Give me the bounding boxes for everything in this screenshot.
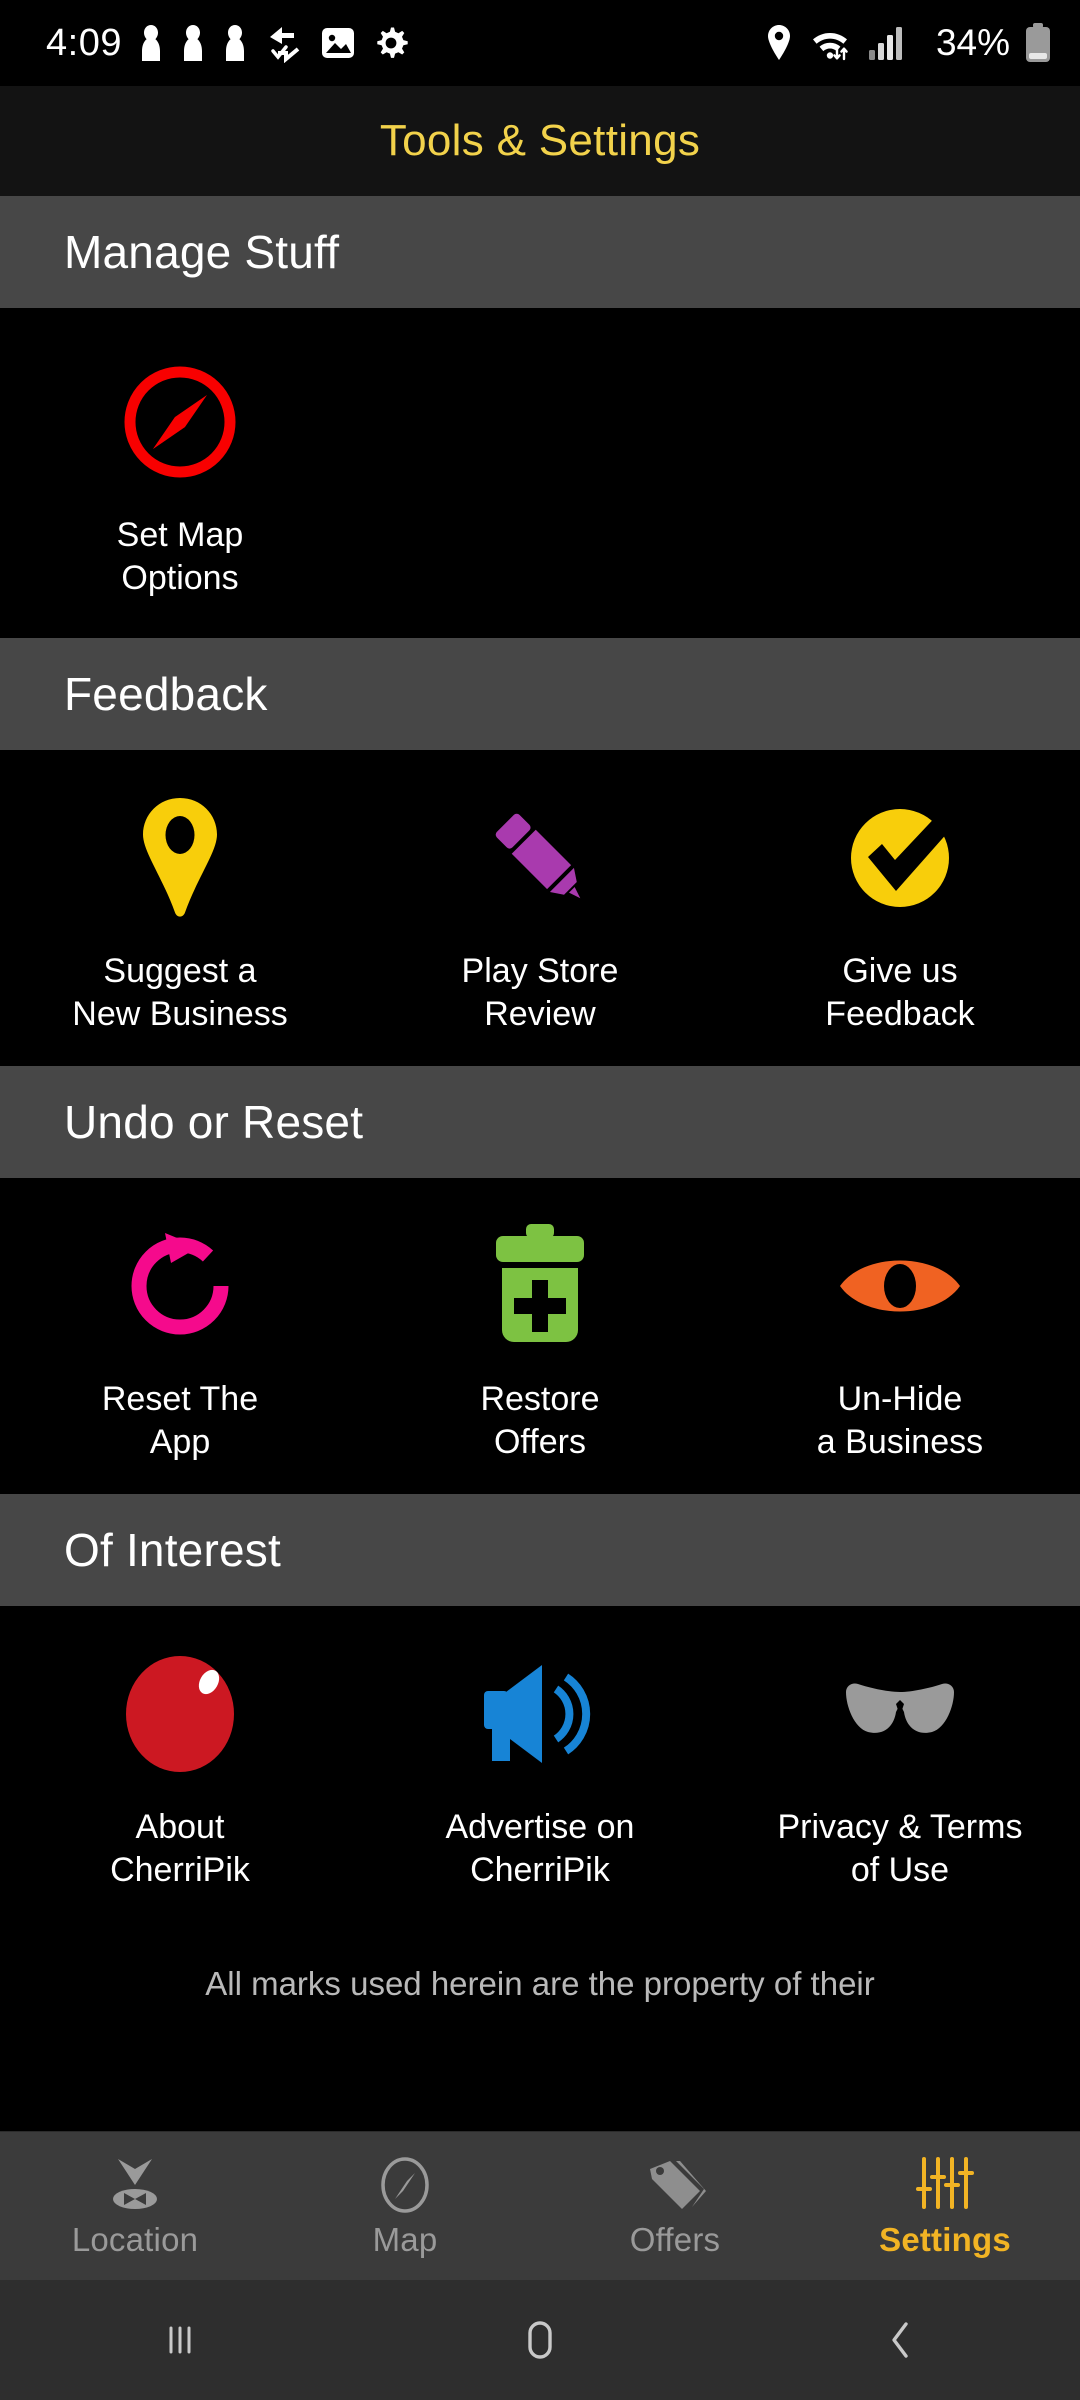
check-circle-icon (839, 792, 961, 924)
settings-content[interactable]: Manage Stuff Set Map Options Feedback Su… (0, 196, 1080, 2131)
page-title: Tools & Settings (379, 116, 701, 165)
signal-bars-icon (868, 27, 902, 60)
tile-label: Restore Offers (480, 1380, 600, 1461)
section-header-of-interest: Of Interest (0, 1494, 1080, 1606)
tile-suggest-a-new-business[interactable]: Suggest a New Business (0, 792, 360, 1036)
tile-label: Reset The App (101, 1380, 259, 1461)
sliders-icon (914, 2153, 976, 2215)
home-icon[interactable] (360, 2314, 720, 2366)
back-icon[interactable] (720, 2314, 1080, 2366)
tile-un-hide-a-business[interactable]: Un-Hide a Business (720, 1220, 1080, 1464)
tile-label: Play Store Review (461, 952, 619, 1033)
crayon-icon (479, 792, 601, 924)
tab-offers[interactable]: Offers (540, 2153, 810, 2259)
person-icon (141, 25, 160, 61)
section-header-feedback: Feedback (0, 638, 1080, 750)
app-title-bar: Tools & Settings (0, 86, 1080, 196)
section-title: Of Interest (64, 1524, 281, 1576)
tile-restore-offers[interactable]: Restore Offers (360, 1220, 720, 1464)
person-icon (225, 25, 244, 61)
cherry-ball-icon (121, 1648, 239, 1780)
section-title: Feedback (64, 668, 268, 720)
image-icon (321, 28, 354, 58)
sunglasses-icon (836, 1648, 964, 1780)
person-icon (183, 25, 202, 61)
tab-label: Settings (879, 2221, 1011, 2258)
tab-label: Map (372, 2221, 438, 2258)
app-screen: 4:09 34% Tools & Settings Manage Stuff S… (0, 0, 1080, 2400)
tab-location[interactable]: Location (0, 2153, 270, 2259)
status-bar-clock: 4:09 (46, 21, 122, 64)
section-title: Manage Stuff (64, 226, 340, 278)
battery-percent: 34% (935, 22, 1010, 63)
location-marker-icon (104, 2153, 166, 2215)
legal-footnote: All marks used herein are the property o… (205, 1965, 875, 2002)
tile-label: Privacy & Terms of Use (777, 1808, 1023, 1889)
tab-settings[interactable]: Settings (810, 2153, 1080, 2259)
section-header-manage-stuff: Manage Stuff (0, 196, 1080, 308)
tile-give-us-feedback[interactable]: Give us Feedback (720, 792, 1080, 1036)
tile-label: About CherriPik (110, 1808, 250, 1889)
section-tiles-feedback: Suggest a New Business Play Store Review (0, 750, 1080, 1066)
tile-empty (360, 356, 720, 600)
tile-set-map-options[interactable]: Set Map Options (0, 356, 360, 600)
gear-icon (377, 27, 408, 58)
refresh-arrow-icon (121, 1220, 239, 1352)
map-pin-icon (130, 792, 230, 924)
section-header-undo-or-reset: Undo or Reset (0, 1066, 1080, 1178)
tile-label: Give us Feedback (825, 952, 975, 1033)
tile-reset-the-app[interactable]: Reset The App (0, 1220, 360, 1464)
trash-plus-icon (488, 1220, 592, 1352)
section-tiles-manage-stuff: Set Map Options (0, 308, 1080, 638)
megaphone-icon (476, 1648, 604, 1780)
eye-icon (834, 1220, 966, 1352)
tile-label: Un-Hide a Business (816, 1380, 984, 1461)
recents-icon[interactable] (0, 2316, 360, 2364)
tile-label: Advertise on CherriPik (445, 1808, 635, 1889)
tile-label: Set Map Options (116, 516, 244, 597)
compass-icon (375, 2153, 435, 2215)
tags-icon (642, 2153, 708, 2215)
tile-play-store-review[interactable]: Play Store Review (360, 792, 720, 1036)
section-title: Undo or Reset (64, 1096, 364, 1148)
tab-label: Offers (629, 2221, 721, 2258)
tab-label: Location (71, 2221, 199, 2258)
section-tiles-of-interest: About CherriPik Advertise on CherriPik P… (0, 1606, 1080, 1922)
tile-empty (720, 356, 1080, 600)
wifi-icon (812, 33, 848, 61)
location-pin-icon (767, 25, 790, 60)
tile-privacy-and-terms-of-use[interactable]: Privacy & Terms of Use (720, 1648, 1080, 1892)
status-bar-left: 4:09 (46, 22, 410, 65)
tile-advertise-on-cherripik[interactable]: Advertise on CherriPik (360, 1648, 720, 1892)
tile-about-cherripik[interactable]: About CherriPik (0, 1648, 360, 1892)
status-bar: 4:09 34% (0, 0, 1080, 86)
compass-icon (119, 356, 241, 488)
status-bar-right: 34% (764, 22, 1052, 64)
tab-map[interactable]: Map (270, 2153, 540, 2259)
bottom-tab-bar: Location Map Offers Settings (0, 2131, 1080, 2280)
sync-check-icon (269, 27, 300, 63)
battery-icon (1026, 23, 1050, 62)
tile-label: Suggest a New Business (72, 952, 288, 1033)
section-tiles-undo-or-reset: Reset The App Restore Offers Un-Hide a B… (0, 1178, 1080, 1494)
android-nav-bar (0, 2280, 1080, 2400)
